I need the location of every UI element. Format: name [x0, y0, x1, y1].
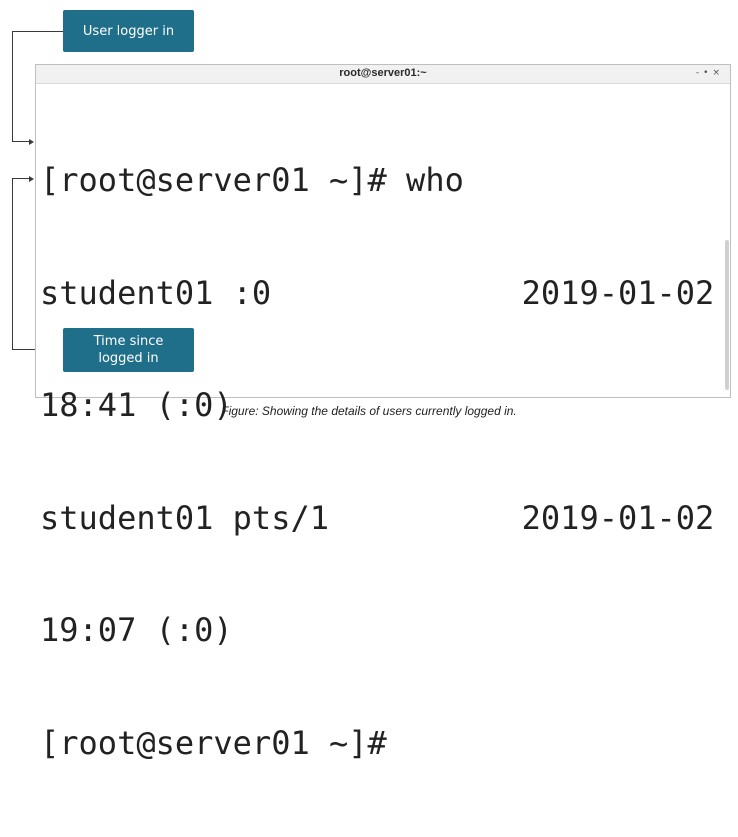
- minimize-icon[interactable]: -: [696, 68, 703, 78]
- callout-user-logged-in-label: User logger in: [82, 23, 175, 39]
- terminal-line-prompt: [root@server01 ~]#: [40, 723, 387, 762]
- connector-top-tail: [12, 141, 30, 142]
- terminal-output[interactable]: [root@server01 ~]# who student01 :0 2019…: [40, 87, 722, 837]
- callout-time-since-line1: Time since: [93, 334, 164, 349]
- connector-bottom-vertical: [12, 178, 13, 350]
- window-controls: -•×: [696, 68, 724, 78]
- maximize-icon[interactable]: •: [703, 68, 712, 78]
- connector-top-horizontal: [12, 31, 63, 32]
- terminal-line-user2-time: 19:07 (:0): [40, 611, 233, 649]
- callout-time-since-line2: logged in: [98, 351, 159, 366]
- connector-bottom-tail: [12, 178, 30, 179]
- terminal-titlebar[interactable]: root@server01:~ -•×: [36, 65, 730, 84]
- connector-top-vertical: [12, 31, 13, 142]
- connector-bottom-arrowhead: [29, 176, 34, 182]
- figure-caption: Figure: Showing the details of users cur…: [221, 404, 517, 418]
- callout-user-logged-in: User logger in: [63, 10, 194, 52]
- connector-top-arrowhead: [29, 139, 34, 145]
- terminal-line-user2-login: student01 pts/1 2019-01-02: [40, 498, 715, 537]
- terminal-scrollbar[interactable]: [725, 240, 729, 390]
- terminal-title: root@server01:~: [339, 67, 427, 79]
- callout-time-since-login: Time since logged in: [63, 328, 194, 372]
- terminal-line-user1-login: student01 :0 2019-01-02: [40, 273, 715, 312]
- close-icon[interactable]: ×: [712, 68, 724, 78]
- terminal-line-prompt-command: [root@server01 ~]# who: [40, 161, 464, 199]
